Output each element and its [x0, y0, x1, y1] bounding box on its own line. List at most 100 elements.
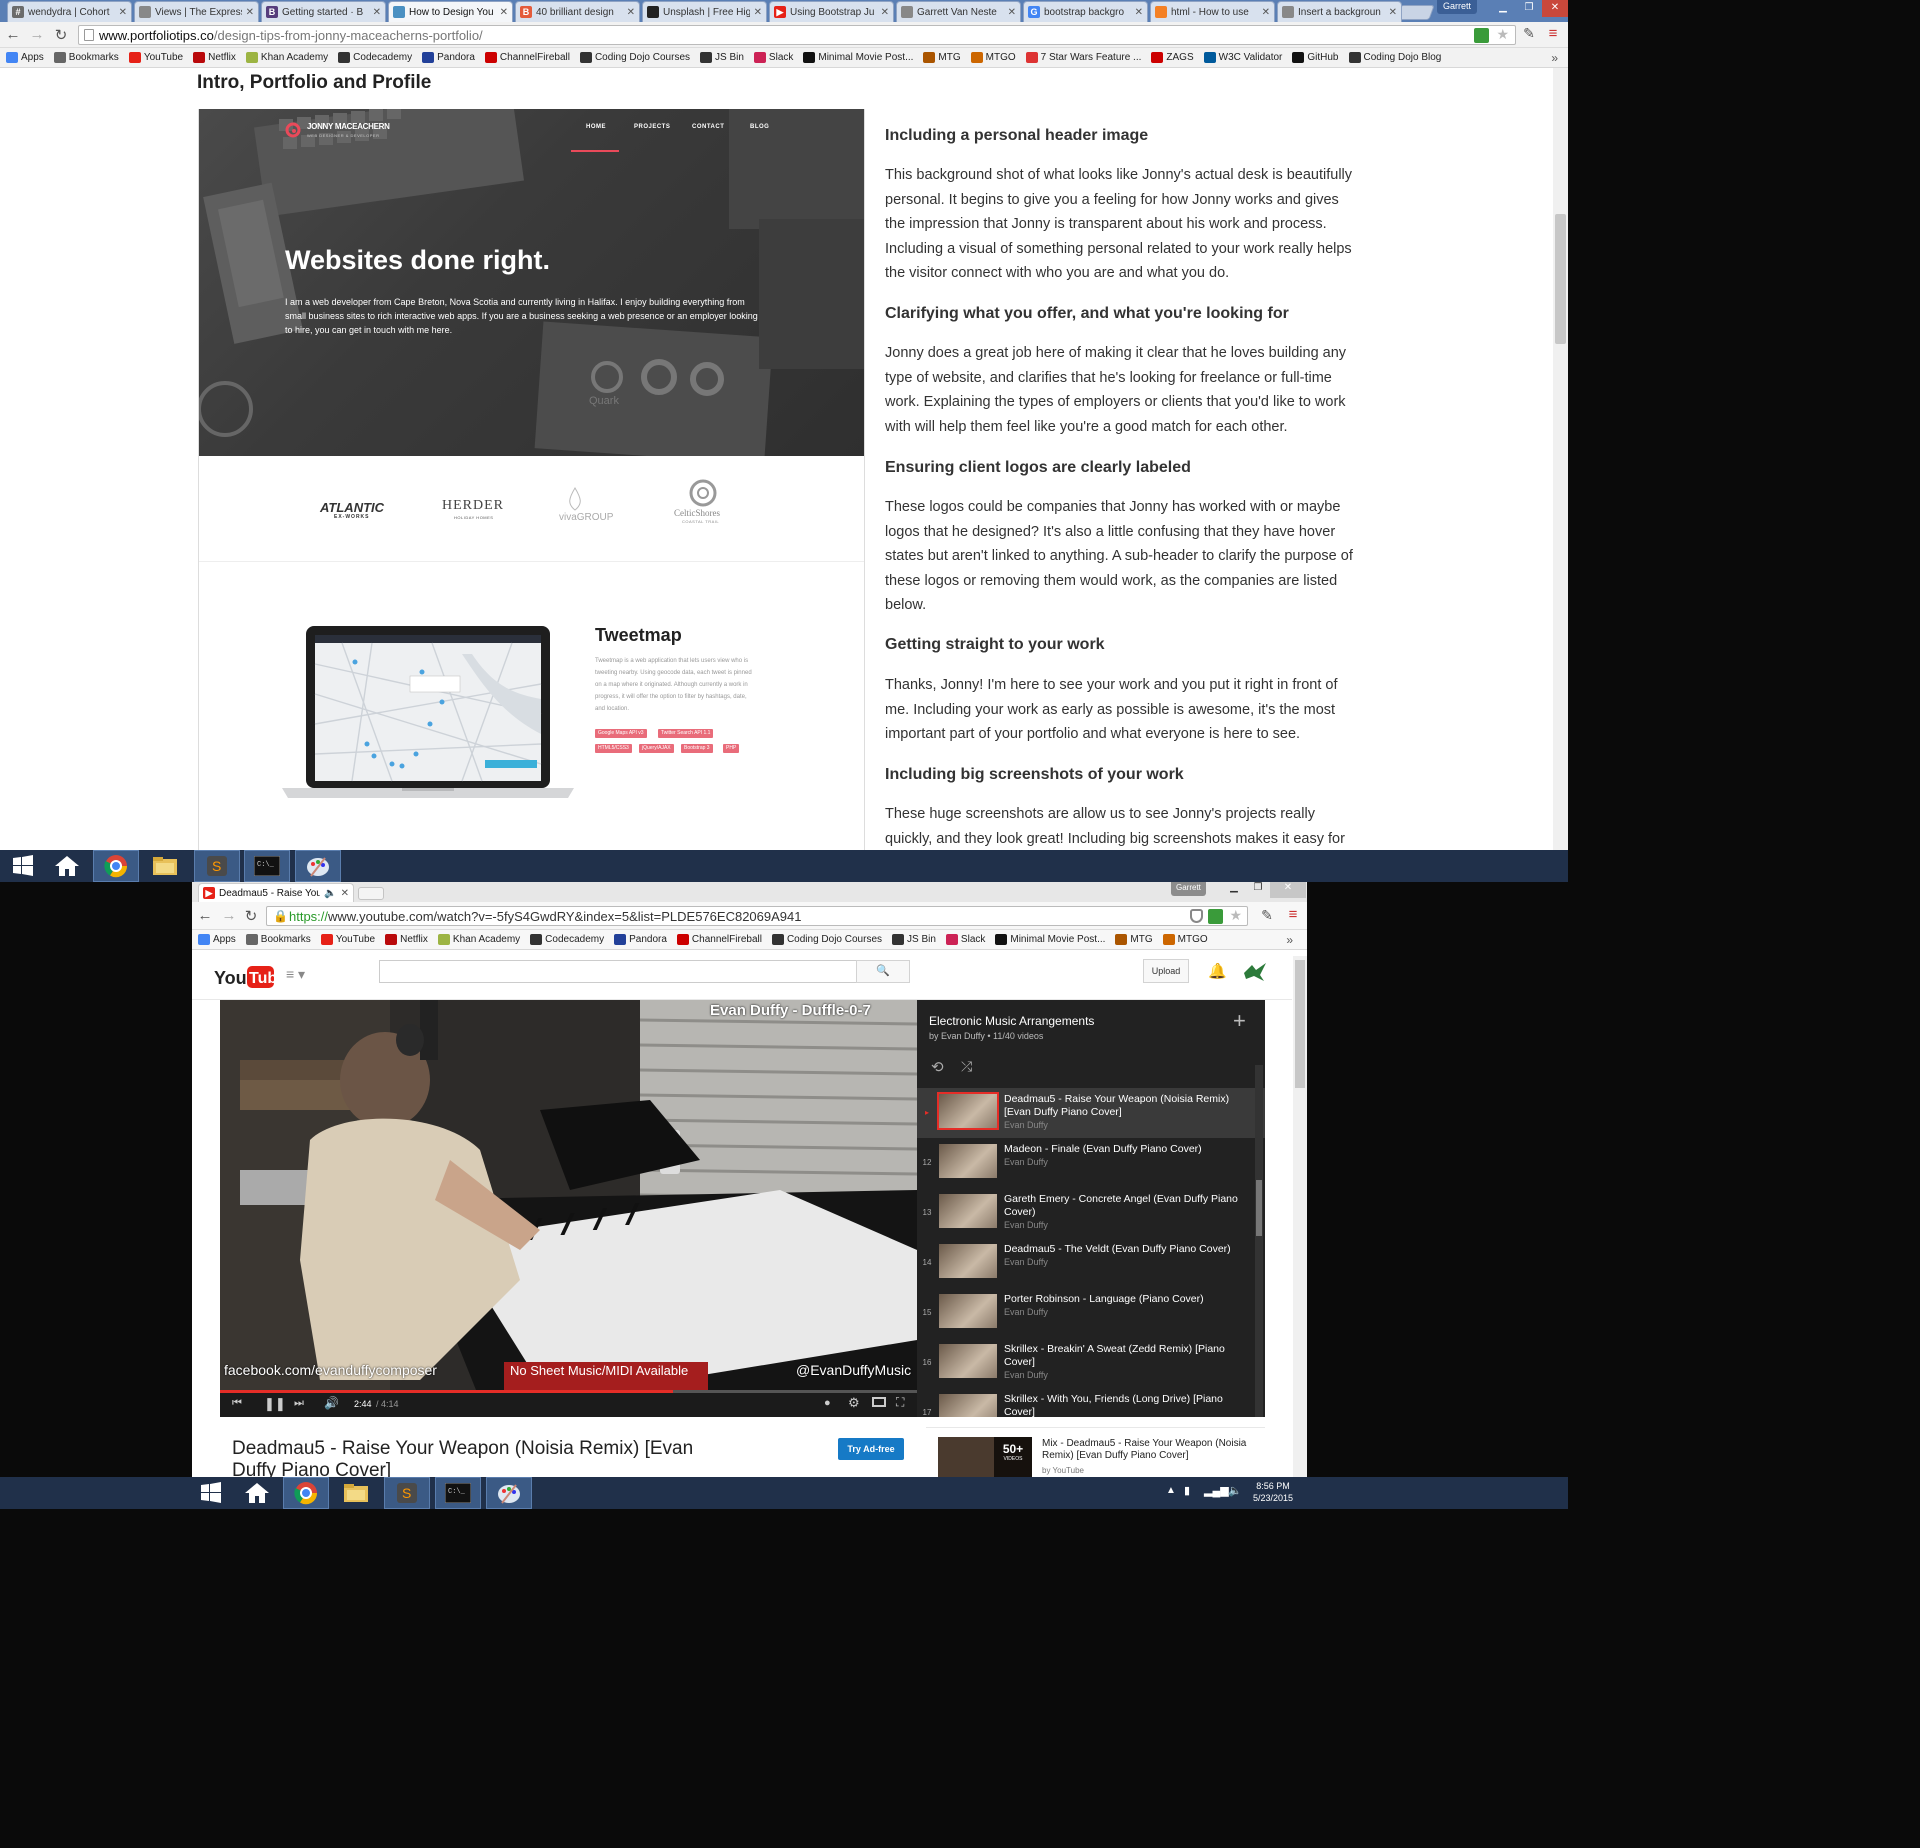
bookmark-item[interactable]: Coding Dojo Courses	[771, 934, 882, 945]
bookmarks-overflow-icon[interactable]: »	[1286, 933, 1293, 947]
tab-item[interactable]: B 40 brilliant design ✕	[515, 1, 640, 22]
volume-icon[interactable]: 🔊	[324, 1396, 339, 1410]
bookmark-item[interactable]: Apps	[6, 52, 44, 63]
restore-icon[interactable]: ❐	[1516, 0, 1542, 17]
new-tab-button[interactable]	[358, 887, 384, 900]
scrollbar-thumb[interactable]	[1555, 214, 1566, 344]
next-icon[interactable]: ⏭	[294, 1397, 304, 1410]
bookmark-item[interactable]: Apps	[198, 934, 236, 945]
user-avatar[interactable]	[1242, 961, 1268, 983]
search-button[interactable]: 🔍	[856, 960, 910, 983]
windows-start-icon[interactable]	[0, 850, 46, 882]
tab-item[interactable]: Gbootstrap backgro ✕	[1023, 1, 1148, 22]
terminal-icon[interactable]: C:\_	[244, 850, 290, 882]
close-tab-icon[interactable]: ✕	[500, 7, 508, 18]
eyedropper-icon[interactable]: ✎	[1520, 25, 1538, 42]
close-tab-icon[interactable]: ✕	[373, 7, 381, 18]
playlist-item[interactable]: 15 Porter Robinson - Language (Piano Cove…	[917, 1288, 1265, 1338]
bookmark-item[interactable]: MTGO	[1162, 934, 1208, 945]
address-bar[interactable]: 🔒 https://www.youtube.com/watch?v=-5fyS4…	[266, 906, 1248, 926]
try-ad-free-button[interactable]: Try Ad-free	[838, 1438, 904, 1460]
bookmark-item[interactable]: Netflix	[193, 52, 236, 63]
portfolio-nav-blog[interactable]: BLOG	[750, 124, 769, 130]
reload-icon[interactable]: ↻	[52, 26, 70, 44]
chrome-icon[interactable]	[93, 850, 139, 882]
reload-icon[interactable]: ↻	[242, 907, 260, 925]
bookmark-item[interactable]: JS Bin	[892, 934, 936, 945]
close-tab-icon[interactable]: ✕	[1262, 7, 1270, 18]
bookmark-item[interactable]: Codecademy	[530, 934, 604, 945]
playlist-item[interactable]: 17 Skrillex - With You, Friends (Long Dri…	[917, 1388, 1265, 1417]
pause-icon[interactable]: ❚❚	[264, 1396, 286, 1412]
profile-badge[interactable]: Garrett	[1171, 882, 1206, 896]
bookmark-item[interactable]: ChannelFireball	[484, 52, 570, 63]
search-input[interactable]	[379, 960, 857, 983]
paint-icon[interactable]	[295, 850, 341, 882]
annotations-icon[interactable]: ●	[824, 1397, 831, 1409]
terminal-icon[interactable]: C:\_	[435, 1477, 481, 1509]
theater-mode-icon[interactable]	[872, 1397, 886, 1407]
bookmark-item[interactable]: Codecademy	[338, 52, 412, 63]
fullscreen-icon[interactable]: ⛶	[896, 1395, 904, 1410]
bookmark-item[interactable]: Netflix	[385, 934, 428, 945]
bookmarks-overflow-icon[interactable]: »	[1551, 51, 1558, 65]
tray-expand-icon[interactable]: ▲	[1166, 1485, 1176, 1496]
portfolio-nav-contact[interactable]: CONTACT	[692, 124, 724, 130]
bookmark-item[interactable]: Slack	[753, 52, 793, 63]
tab-item[interactable]: How to Design You ✕	[388, 1, 513, 22]
youtube-logo-icon[interactable]: You Tube	[214, 964, 274, 990]
bookmark-item[interactable]: MTGO	[970, 52, 1016, 63]
close-tab-icon[interactable]: ✕	[1389, 7, 1397, 18]
youtube-scrollbar[interactable]	[1293, 956, 1307, 1478]
tab-item[interactable]: # wendydra | Cohort ✕	[7, 1, 132, 22]
home-icon[interactable]	[44, 850, 90, 882]
client-logo-atlantic[interactable]: ATLANTIC	[320, 500, 384, 515]
extension-icon[interactable]	[1474, 28, 1489, 43]
chrome-icon[interactable]	[283, 1477, 329, 1509]
bookmark-item[interactable]: Minimal Movie Post...	[803, 52, 913, 63]
upload-button[interactable]: Upload	[1143, 959, 1189, 983]
client-logo-herder[interactable]: HERDER	[442, 498, 504, 514]
guide-menu-icon[interactable]: ≡ ▾	[286, 966, 305, 983]
playlist-item[interactable]: 16 Skrillex - Breakin' A Sweat (Zedd Remi…	[917, 1338, 1265, 1388]
page-scrollbar[interactable]	[1553, 68, 1568, 850]
close-tab-icon[interactable]: ✕	[881, 7, 889, 18]
close-tab-icon[interactable]: ✕	[246, 7, 254, 18]
client-logo-celtic[interactable]: CelticShores	[674, 508, 720, 518]
add-to-playlist-icon[interactable]: +	[1233, 1008, 1246, 1034]
tab-item[interactable]: Insert a backgroun ✕	[1277, 1, 1402, 22]
shuffle-icon[interactable]: ⤮	[961, 1058, 972, 1075]
home-icon[interactable]	[234, 1477, 280, 1509]
playlist-item[interactable]: 12 Madeon - Finale (Evan Duffy Piano Cove…	[917, 1138, 1265, 1188]
restore-icon[interactable]: ❐	[1246, 882, 1270, 898]
bookmark-item[interactable]: Minimal Movie Post...	[995, 934, 1105, 945]
volume-tray-icon[interactable]: 🔈	[1228, 1484, 1242, 1497]
playlist-item[interactable]: 14 Deadmau5 - The Veldt (Evan Duffy Piano…	[917, 1238, 1265, 1288]
clock[interactable]: 8:56 PM 5/23/2015	[1248, 1480, 1298, 1504]
playlist-scrollbar[interactable]	[1255, 1065, 1263, 1417]
address-bar[interactable]: www.portfoliotips.co/design-tips-from-jo…	[78, 25, 1516, 45]
bookmark-item[interactable]: Bookmarks	[53, 52, 119, 63]
close-tab-icon[interactable]: ✕	[1008, 7, 1016, 18]
notifications-bell-icon[interactable]: 🔔	[1208, 962, 1227, 980]
playlist-item[interactable]: 13 Gareth Emery - Concrete Angel (Evan Du…	[917, 1188, 1265, 1238]
minimize-icon[interactable]: ▁	[1222, 882, 1246, 898]
bookmark-item[interactable]: MTG	[923, 52, 961, 63]
bookmark-item[interactable]: GitHub	[1292, 52, 1339, 63]
bookmark-item[interactable]: ZAGS	[1151, 52, 1194, 63]
minimize-icon[interactable]: ▁	[1490, 0, 1516, 17]
network-icon[interactable]: ▂▄▆	[1204, 1484, 1229, 1497]
close-tab-icon[interactable]: ✕	[1135, 7, 1143, 18]
tab-youtube[interactable]: ▶ Deadmau5 - Raise You 🔈 ✕	[198, 883, 354, 902]
close-tab-icon[interactable]: ✕	[754, 7, 762, 18]
forward-icon[interactable]: →	[28, 26, 46, 43]
bookmark-item[interactable]: Pandora	[422, 52, 475, 63]
menu-icon[interactable]: ≡	[1284, 906, 1302, 923]
tab-item[interactable]: Views | The Express ✕	[134, 1, 259, 22]
playlist-title[interactable]: Electronic Music Arrangements	[929, 1014, 1094, 1028]
bookmark-item[interactable]: 7 Star Wars Feature ...	[1025, 52, 1141, 63]
extension-icon[interactable]	[1208, 909, 1223, 924]
bookmark-item[interactable]: YouTube	[128, 52, 183, 63]
bookmark-item[interactable]: YouTube	[320, 934, 375, 945]
portfolio-nav-home[interactable]: HOME	[586, 124, 606, 130]
